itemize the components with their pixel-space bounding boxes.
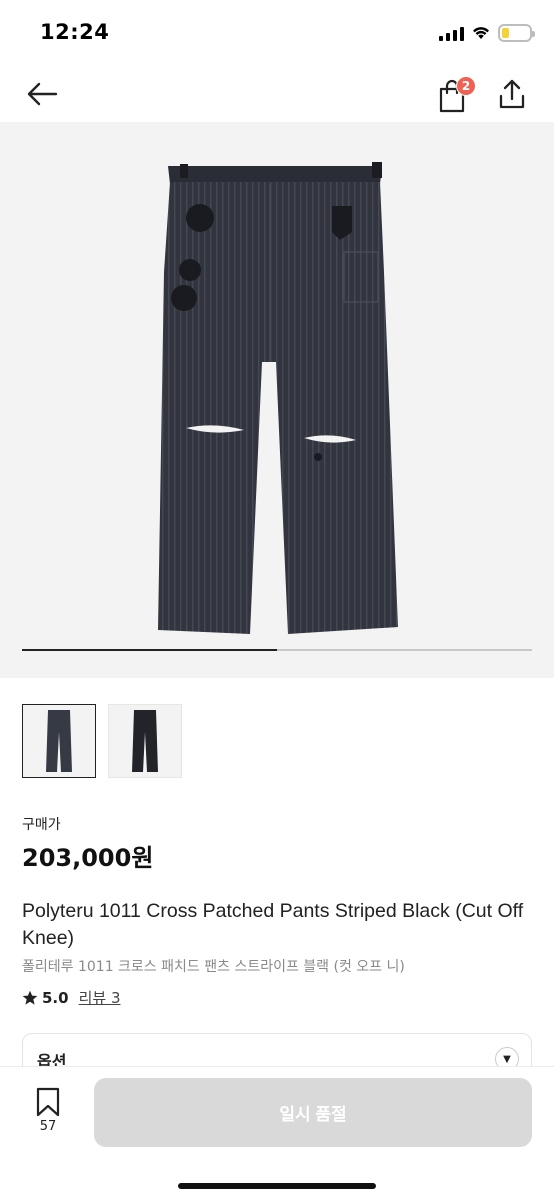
pants-thumbnail-image bbox=[132, 710, 158, 772]
signal-icon bbox=[439, 25, 464, 41]
cart-button[interactable]: 2 bbox=[434, 74, 476, 114]
rating-row: 5.0 리뷰 3 bbox=[22, 987, 121, 1008]
thumbnail-front[interactable] bbox=[22, 704, 96, 778]
review-link[interactable]: 리뷰 3 bbox=[79, 987, 121, 1008]
wishlist-button[interactable]: 57 bbox=[28, 1087, 68, 1143]
wishlist-count: 57 bbox=[39, 1119, 57, 1134]
product-title: Polyteru 1011 Cross Patched Pants Stripe… bbox=[22, 900, 524, 949]
bookmark-icon bbox=[36, 1087, 60, 1117]
status-time: 12:24 bbox=[40, 20, 110, 44]
cart-badge: 2 bbox=[456, 76, 476, 96]
status-bar: 12:24 bbox=[0, 0, 554, 66]
share-icon bbox=[499, 79, 525, 109]
price-value: 203,000원 bbox=[22, 844, 154, 872]
star-icon bbox=[22, 990, 38, 1005]
status-icons bbox=[439, 22, 535, 44]
product-title-korean: 폴리테루 1011 크로스 패치드 팬츠 스트라이프 블랙 (컷 오프 니) bbox=[22, 959, 405, 975]
gallery-progress bbox=[22, 649, 532, 651]
rating-value: 5.0 bbox=[42, 988, 69, 1007]
wifi-icon bbox=[473, 27, 489, 39]
product-image bbox=[158, 162, 398, 634]
pants-thumbnail-image bbox=[46, 710, 72, 772]
bottom-action-bar: 57 일시 품절 bbox=[0, 1066, 554, 1200]
thumbnail-list bbox=[22, 704, 182, 778]
battery-icon bbox=[498, 24, 535, 42]
home-indicator bbox=[178, 1183, 376, 1189]
arrow-left-icon bbox=[27, 82, 58, 106]
nav-bar: 2 bbox=[0, 66, 554, 122]
price-label: 구매가 bbox=[22, 817, 61, 833]
sold-out-button[interactable]: 일시 품절 bbox=[94, 1078, 532, 1147]
back-button[interactable] bbox=[24, 76, 60, 112]
product-image-gallery[interactable] bbox=[0, 122, 554, 678]
share-button[interactable] bbox=[494, 76, 530, 112]
thumbnail-back[interactable] bbox=[108, 704, 182, 778]
